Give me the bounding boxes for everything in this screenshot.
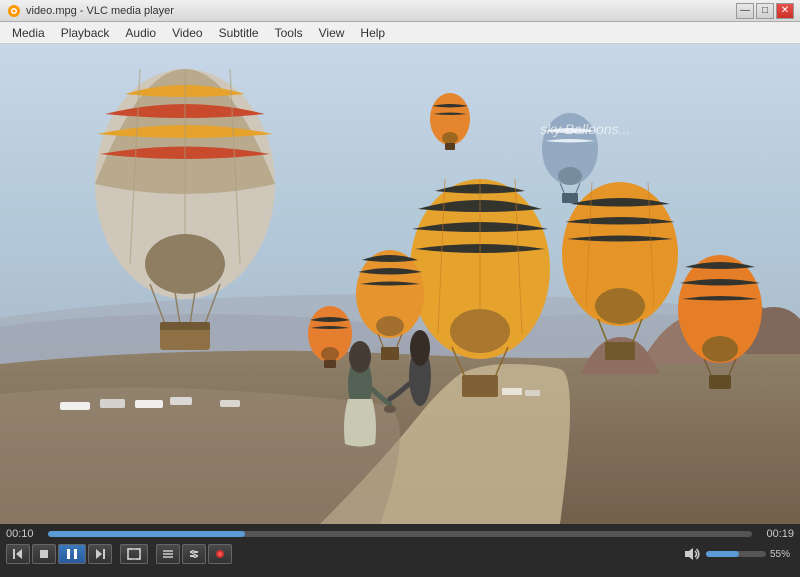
play-pause-button[interactable] <box>58 544 86 564</box>
progress-fill <box>48 531 245 537</box>
controls-bar: 00:10 00:19 <box>0 524 800 577</box>
close-button[interactable]: ✕ <box>776 3 794 19</box>
stop-button[interactable] <box>32 544 56 564</box>
next-button[interactable] <box>88 544 112 564</box>
right-controls: 55% <box>682 544 794 564</box>
menu-media[interactable]: Media <box>4 24 53 42</box>
time-current: 00:10 <box>6 528 42 540</box>
app-icon <box>6 3 22 19</box>
menu-help[interactable]: Help <box>352 24 393 42</box>
playlist-button[interactable] <box>156 544 180 564</box>
prev-button[interactable] <box>6 544 30 564</box>
time-total: 00:19 <box>758 528 794 540</box>
menu-subtitle[interactable]: Subtitle <box>211 24 267 42</box>
title-bar: video.mpg - VLC media player — □ ✕ <box>0 0 800 22</box>
menu-playback[interactable]: Playback <box>53 24 118 42</box>
menu-audio[interactable]: Audio <box>117 24 164 42</box>
progress-area: 00:10 00:19 <box>6 528 794 540</box>
left-controls <box>6 544 232 564</box>
volume-slider[interactable] <box>706 551 766 557</box>
volume-area: 55% <box>682 544 794 564</box>
extended-button[interactable] <box>182 544 206 564</box>
menu-video[interactable]: Video <box>164 24 210 42</box>
menu-tools[interactable]: Tools <box>267 24 311 42</box>
buttons-row: 55% <box>6 544 794 564</box>
minimize-button[interactable]: — <box>736 3 754 19</box>
volume-label: 55% <box>770 549 794 560</box>
window-controls: — □ ✕ <box>736 3 794 19</box>
menu-bar: Media Playback Audio Video Subtitle Tool… <box>0 22 800 44</box>
volume-button[interactable] <box>682 544 702 564</box>
volume-fill <box>706 551 739 557</box>
progress-bar[interactable] <box>48 531 752 537</box>
record-button[interactable] <box>208 544 232 564</box>
window-title: video.mpg - VLC media player <box>26 5 736 17</box>
video-display[interactable]: sky Balloons... <box>0 44 800 524</box>
menu-view[interactable]: View <box>311 24 353 42</box>
maximize-button[interactable]: □ <box>756 3 774 19</box>
fullscreen-button[interactable] <box>120 544 148 564</box>
